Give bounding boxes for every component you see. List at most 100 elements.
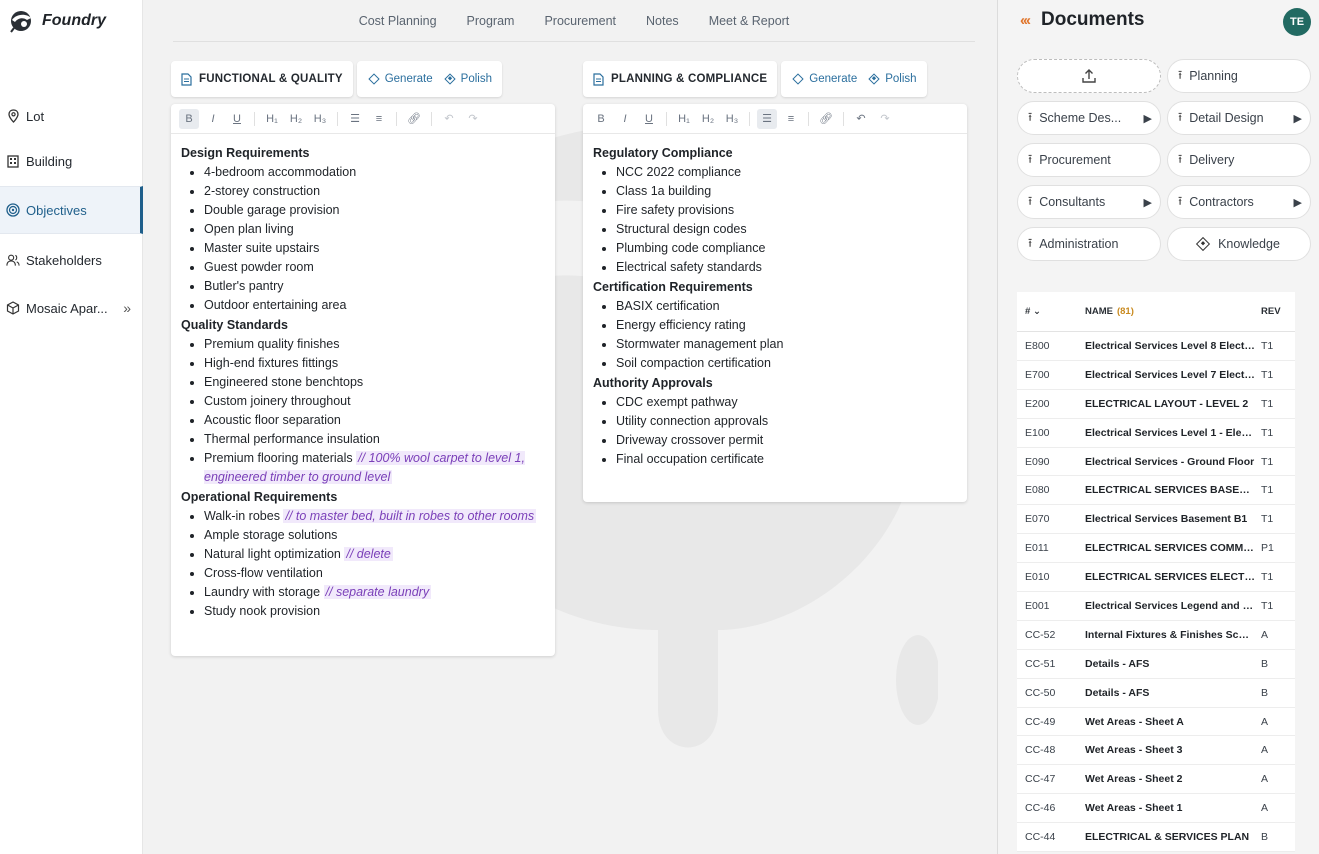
list-item[interactable]: High-end fixtures fittings — [204, 354, 545, 373]
list-item[interactable]: Soil compaction certification — [616, 354, 957, 373]
list-item[interactable]: Ample storage solutions — [204, 526, 545, 545]
knowledge-button[interactable]: Knowledge — [1167, 227, 1311, 261]
link-icon[interactable]: 🔗︎ — [404, 109, 424, 129]
table-row[interactable]: CC-52 Internal Fixtures & Finishes Schedu… — [1017, 621, 1295, 650]
list-item[interactable]: BASIX certification — [616, 297, 957, 316]
bold-button[interactable]: B — [179, 108, 199, 129]
heading3-button[interactable]: H₃ — [310, 109, 330, 129]
table-row[interactable]: CC-51 Details - AFS B — [1017, 650, 1295, 679]
inline-comment[interactable]: // to master bed, built in robes to othe… — [283, 509, 537, 523]
list-item[interactable]: Stormwater management plan — [616, 335, 957, 354]
tab-cost-planning[interactable]: Cost Planning — [359, 14, 437, 28]
list-item[interactable]: Cross-flow ventilation — [204, 564, 545, 583]
number-column-header[interactable]: # ⌄ — [1017, 306, 1079, 317]
sidebar-item-objectives[interactable]: Objectives — [0, 186, 143, 234]
tab-procurement[interactable]: Procurement — [544, 14, 616, 28]
list-item[interactable]: Natural light optimization // delete — [204, 545, 545, 564]
list-item[interactable]: Open plan living — [204, 220, 545, 239]
table-row[interactable]: CC-50 Details - AFS B — [1017, 679, 1295, 708]
list-item[interactable]: Fire safety provisions — [616, 201, 957, 220]
list-item[interactable]: Master suite upstairs — [204, 239, 545, 258]
link-icon[interactable]: 🔗︎ — [816, 109, 836, 129]
folder-procurement[interactable]: ⭱ Procurement — [1017, 143, 1161, 177]
table-row[interactable]: CC-44 ELECTRICAL & SERVICES PLAN B — [1017, 823, 1295, 853]
tab-program[interactable]: Program — [467, 14, 515, 28]
list-item[interactable]: Engineered stone benchtops — [204, 373, 545, 392]
polish-button[interactable]: Polish — [443, 73, 492, 85]
generate-button[interactable]: Generate — [367, 73, 433, 85]
list-item[interactable]: Premium flooring materials // 100% wool … — [204, 449, 545, 487]
table-row[interactable]: E200 ELECTRICAL LAYOUT - LEVEL 2 T1 — [1017, 390, 1295, 419]
italic-button[interactable]: I — [203, 109, 223, 129]
folder-detail-design[interactable]: ⭱ Detail Design ▶ — [1167, 101, 1311, 135]
table-row[interactable]: E100 Electrical Services Level 1 - Electr… — [1017, 419, 1295, 448]
editor-content[interactable]: Design Requirements 4-bedroom accommodati… — [171, 134, 555, 635]
rev-column-header[interactable]: REV — [1261, 306, 1295, 317]
table-row[interactable]: E010 ELECTRICAL SERVICES ELECTRICAL T1 — [1017, 563, 1295, 593]
inline-comment[interactable]: // separate laundry — [323, 585, 432, 599]
list-item[interactable]: Custom joinery throughout — [204, 392, 545, 411]
list-item[interactable]: Laundry with storage // separate laundry — [204, 583, 545, 602]
heading2-button[interactable]: H₂ — [698, 109, 718, 129]
list-item[interactable]: Guest powder room — [204, 258, 545, 277]
collapse-panel-icon[interactable]: ‹‹‹ — [1020, 12, 1031, 29]
avatar[interactable]: TE — [1283, 8, 1311, 36]
list-item[interactable]: 2-storey construction — [204, 182, 545, 201]
table-row[interactable]: E700 Electrical Services Level 7 Electric… — [1017, 361, 1295, 390]
undo-icon[interactable]: ↶ — [439, 109, 459, 129]
brand[interactable]: Foundry — [8, 8, 106, 34]
table-row[interactable]: E800 Electrical Services Level 8 Electric… — [1017, 332, 1295, 361]
table-row[interactable]: E070 Electrical Services Basement B1 T1 — [1017, 505, 1295, 535]
folder-contractors[interactable]: ⭱ Contractors ▶ — [1167, 185, 1311, 219]
list-item[interactable]: Class 1a building — [616, 182, 957, 201]
underline-button[interactable]: U — [227, 109, 247, 129]
list-item[interactable]: Premium quality finishes — [204, 335, 545, 354]
expand-arrow-icon[interactable]: ▶ — [1144, 196, 1152, 209]
folder-administration[interactable]: ⭱ Administration — [1017, 227, 1161, 261]
list-item[interactable]: Structural design codes — [616, 220, 957, 239]
list-item[interactable]: Butler's pantry — [204, 277, 545, 296]
list-item[interactable]: Thermal performance insulation — [204, 430, 545, 449]
list-item[interactable]: Double garage provision — [204, 201, 545, 220]
tab-meet-report[interactable]: Meet & Report — [709, 14, 790, 28]
table-row[interactable]: E080 ELECTRICAL SERVICES BASEMENT T1 — [1017, 476, 1295, 506]
functional-quality-tab[interactable]: FUNCTIONAL & QUALITY — [171, 61, 353, 97]
chevron-double-right-icon[interactable]: » — [123, 300, 131, 316]
underline-button[interactable]: U — [639, 109, 659, 129]
list-item[interactable]: Utility connection approvals — [616, 412, 957, 431]
list-item[interactable]: NCC 2022 compliance — [616, 163, 957, 182]
table-row[interactable]: E001 Electrical Services Legend and Notes… — [1017, 592, 1295, 621]
expand-arrow-icon[interactable]: ▶ — [1144, 112, 1152, 125]
table-row[interactable]: E090 Electrical Services - Ground Floor T1 — [1017, 448, 1295, 477]
heading1-button[interactable]: H₁ — [674, 109, 694, 129]
bullet-list-icon[interactable]: ☰ — [345, 109, 365, 129]
inline-comment[interactable]: // delete — [344, 547, 393, 561]
list-item[interactable]: Electrical safety standards — [616, 258, 957, 277]
sidebar-item-building[interactable]: Building — [0, 143, 143, 179]
expand-arrow-icon[interactable]: ▶ — [1294, 112, 1302, 125]
numbered-list-icon[interactable]: ≡ — [369, 109, 389, 129]
sidebar-item-stakeholders[interactable]: Stakeholders — [0, 242, 143, 278]
list-item[interactable]: Energy efficiency rating — [616, 316, 957, 335]
list-item[interactable]: Outdoor entertaining area — [204, 296, 545, 315]
table-row[interactable]: CC-46 Wet Areas - Sheet 1 A — [1017, 794, 1295, 824]
list-item[interactable]: Driveway crossover permit — [616, 431, 957, 450]
name-column-header[interactable]: NAME (81) — [1079, 306, 1261, 317]
list-item[interactable]: CDC exempt pathway — [616, 393, 957, 412]
redo-icon[interactable]: ↷ — [463, 109, 483, 129]
italic-button[interactable]: I — [615, 109, 635, 129]
expand-arrow-icon[interactable]: ▶ — [1294, 196, 1302, 209]
table-row[interactable]: CC-48 Wet Areas - Sheet 3 A — [1017, 736, 1295, 766]
folder-delivery[interactable]: ⭱ Delivery — [1167, 143, 1311, 177]
heading2-button[interactable]: H₂ — [286, 109, 306, 129]
undo-icon[interactable]: ↶ — [851, 109, 871, 129]
bullet-list-icon[interactable]: ☰ — [757, 108, 777, 129]
editor-content[interactable]: Regulatory Compliance NCC 2022 compliance… — [583, 134, 967, 483]
sidebar-item-project[interactable]: Mosaic Apar... » — [0, 290, 143, 326]
tab-notes[interactable]: Notes — [646, 14, 679, 28]
planning-compliance-tab[interactable]: PLANNING & COMPLIANCE — [583, 61, 778, 97]
redo-icon[interactable]: ↷ — [875, 109, 895, 129]
folder-planning[interactable]: ⭱ Planning — [1167, 59, 1311, 93]
upload-button[interactable] — [1017, 59, 1161, 93]
heading1-button[interactable]: H₁ — [262, 109, 282, 129]
